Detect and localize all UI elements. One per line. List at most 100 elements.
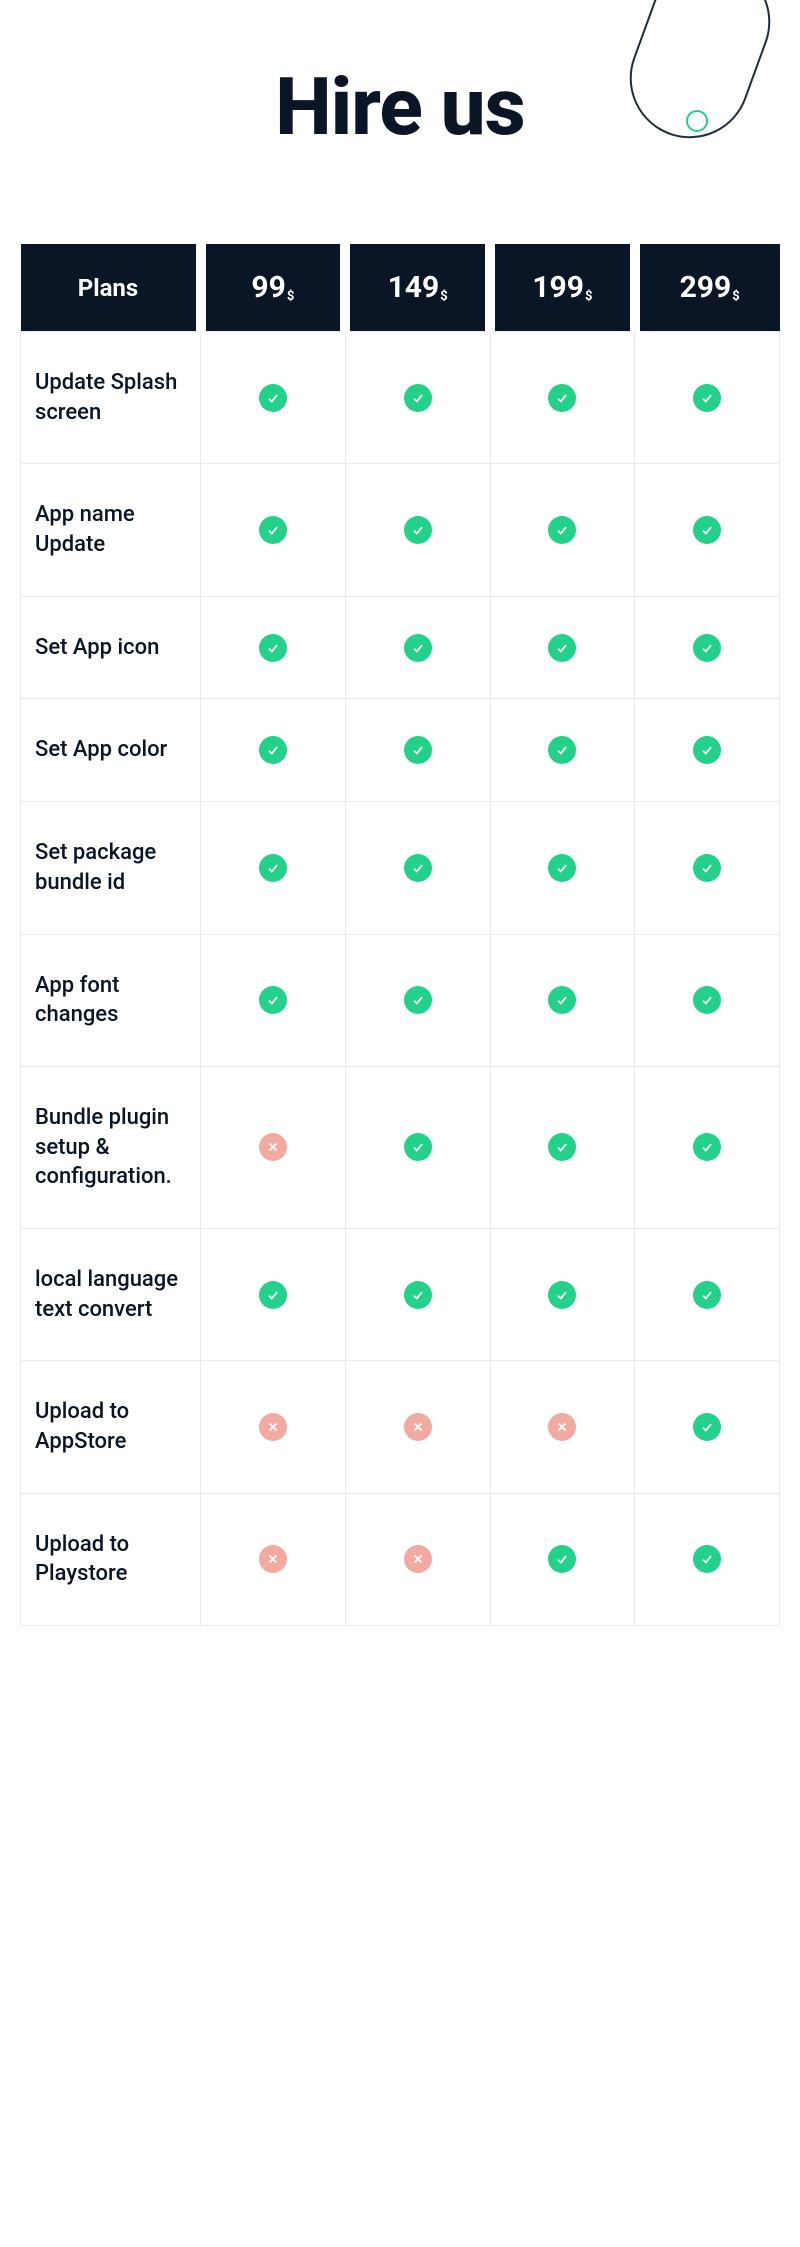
- check-icon: [548, 384, 576, 412]
- check-icon: [693, 516, 721, 544]
- x-icon: [404, 1545, 432, 1573]
- check-icon: [548, 1281, 576, 1309]
- feature-row: Update Splash screen: [21, 332, 780, 464]
- feature-cell: [635, 464, 780, 596]
- check-icon: [404, 634, 432, 662]
- feature-label: Set package bundle id: [21, 802, 201, 934]
- feature-cell: [490, 699, 635, 802]
- check-icon: [548, 1545, 576, 1573]
- check-icon: [259, 986, 287, 1014]
- feature-row: App font changes: [21, 934, 780, 1066]
- check-icon: [548, 986, 576, 1014]
- check-icon: [548, 854, 576, 882]
- feature-cell: [345, 1361, 490, 1493]
- x-icon: [259, 1545, 287, 1573]
- feature-cell: [201, 934, 346, 1066]
- feature-cell: [345, 802, 490, 934]
- check-icon: [404, 516, 432, 544]
- x-icon: [548, 1413, 576, 1441]
- feature-cell: [201, 1493, 346, 1625]
- check-icon: [259, 384, 287, 412]
- feature-cell: [635, 1066, 780, 1228]
- plan-price-1: 149$: [345, 244, 490, 332]
- check-icon: [548, 516, 576, 544]
- x-icon: [404, 1413, 432, 1441]
- feature-label: Set App color: [21, 699, 201, 802]
- feature-cell: [345, 699, 490, 802]
- feature-cell: [490, 1361, 635, 1493]
- feature-cell: [201, 1066, 346, 1228]
- feature-cell: [490, 1493, 635, 1625]
- feature-row: Upload to Playstore: [21, 1493, 780, 1625]
- feature-cell: [635, 1361, 780, 1493]
- check-icon: [259, 634, 287, 662]
- check-icon: [693, 854, 721, 882]
- plans-header-label: Plans: [21, 244, 201, 332]
- feature-cell: [201, 332, 346, 464]
- feature-cell: [345, 1228, 490, 1360]
- plans-header-row: Plans 99$ 149$ 199$ 299$: [21, 244, 780, 332]
- feature-cell: [201, 802, 346, 934]
- feature-label: Upload to Playstore: [21, 1493, 201, 1625]
- check-icon: [404, 736, 432, 764]
- feature-row: Upload to AppStore: [21, 1361, 780, 1493]
- feature-cell: [345, 332, 490, 464]
- check-icon: [693, 1281, 721, 1309]
- feature-cell: [201, 596, 346, 699]
- feature-cell: [490, 332, 635, 464]
- plan-price-3: 299$: [635, 244, 780, 332]
- check-icon: [259, 1281, 287, 1309]
- feature-cell: [201, 699, 346, 802]
- feature-label: Set App icon: [21, 596, 201, 699]
- feature-row: Bundle plugin setup & configuration.: [21, 1066, 780, 1228]
- check-icon: [259, 516, 287, 544]
- plan-price-0: 99$: [201, 244, 346, 332]
- feature-cell: [345, 1493, 490, 1625]
- feature-cell: [201, 1361, 346, 1493]
- feature-cell: [490, 802, 635, 934]
- currency: $: [440, 289, 447, 304]
- check-icon: [404, 384, 432, 412]
- x-icon: [259, 1413, 287, 1441]
- feature-label: Bundle plugin setup & configuration.: [21, 1066, 201, 1228]
- feature-cell: [635, 699, 780, 802]
- check-icon: [404, 854, 432, 882]
- feature-cell: [635, 1228, 780, 1360]
- plan-price-2: 199$: [490, 244, 635, 332]
- check-icon: [693, 634, 721, 662]
- feature-row: Set package bundle id: [21, 802, 780, 934]
- check-icon: [693, 986, 721, 1014]
- currency: $: [732, 289, 739, 304]
- feature-cell: [635, 596, 780, 699]
- feature-cell: [635, 1493, 780, 1625]
- feature-label: App name Update: [21, 464, 201, 596]
- feature-cell: [490, 1066, 635, 1228]
- feature-cell: [201, 464, 346, 596]
- feature-row: Set App color: [21, 699, 780, 802]
- feature-cell: [345, 464, 490, 596]
- pricing-table: Plans 99$ 149$ 199$ 299$ Update Splash s…: [20, 244, 780, 1626]
- x-icon: [259, 1133, 287, 1161]
- feature-label: Update Splash screen: [21, 332, 201, 464]
- feature-cell: [490, 934, 635, 1066]
- feature-label: local language text convert: [21, 1228, 201, 1360]
- pricing-page: Hire us Plans 99$ 149$ 199$ 299$ Update …: [0, 0, 800, 1706]
- currency: $: [287, 289, 294, 304]
- feature-cell: [490, 1228, 635, 1360]
- check-icon: [693, 1133, 721, 1161]
- check-icon: [404, 986, 432, 1014]
- check-icon: [548, 1133, 576, 1161]
- check-icon: [404, 1281, 432, 1309]
- check-icon: [693, 736, 721, 764]
- decorative-circle: [686, 110, 708, 132]
- feature-cell: [635, 802, 780, 934]
- feature-label: App font changes: [21, 934, 201, 1066]
- check-icon: [693, 384, 721, 412]
- check-icon: [259, 854, 287, 882]
- feature-row: local language text convert: [21, 1228, 780, 1360]
- feature-label: Upload to AppStore: [21, 1361, 201, 1493]
- feature-cell: [345, 1066, 490, 1228]
- check-icon: [259, 736, 287, 764]
- feature-cell: [635, 934, 780, 1066]
- check-icon: [548, 736, 576, 764]
